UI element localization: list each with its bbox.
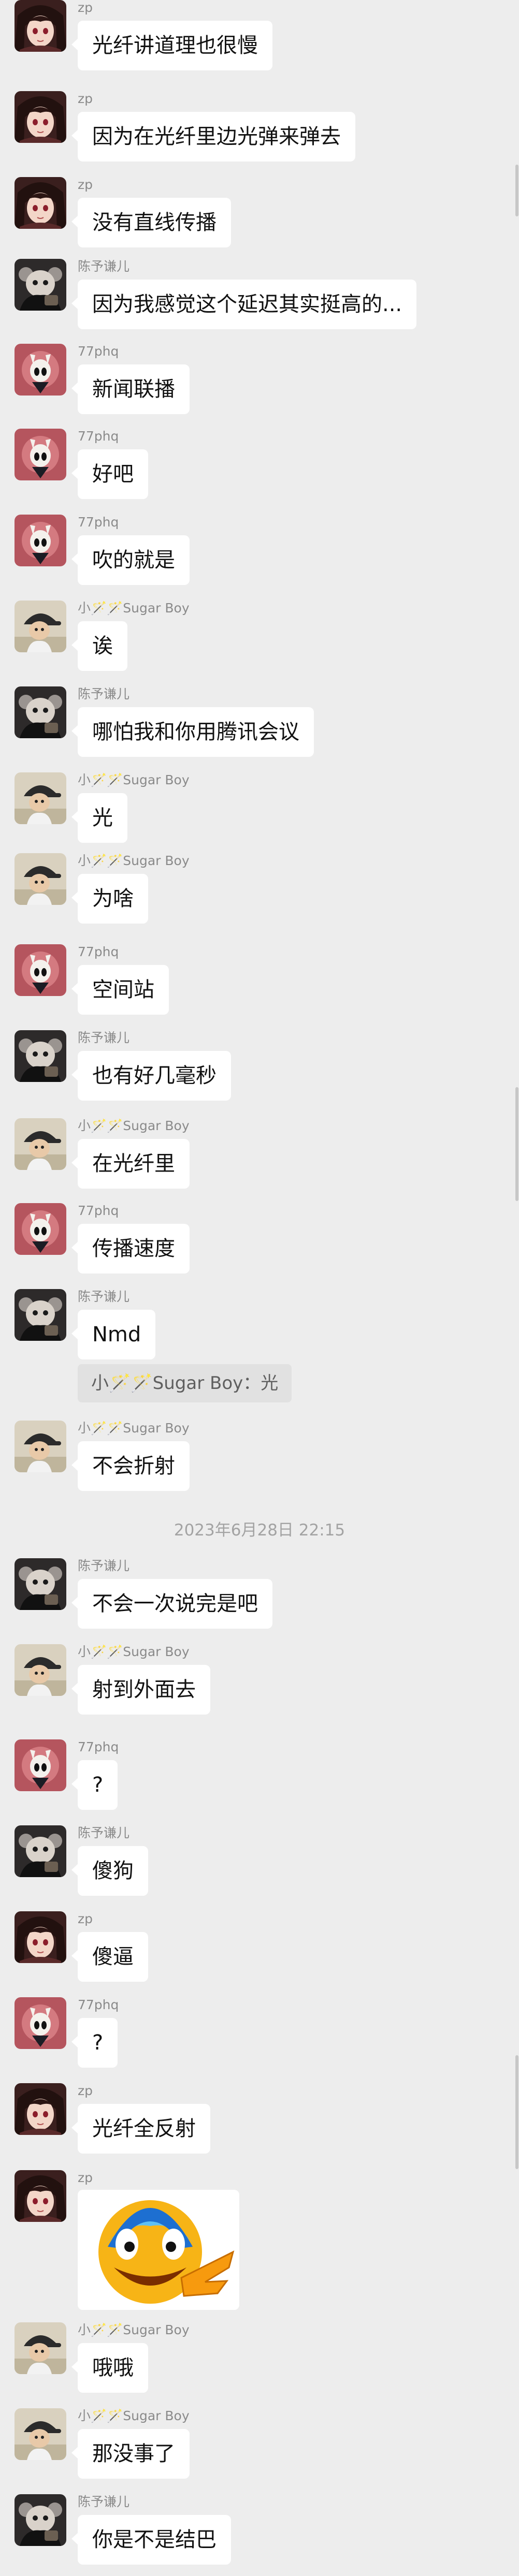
avatar[interactable] [15,686,66,738]
sender-name: 陈予谦儿 [78,259,130,274]
scrollbar-thumb[interactable] [515,1087,518,1201]
sender-name: 77phq [78,1739,119,1754]
avatar[interactable] [15,2322,66,2374]
sender-name: 陈予谦儿 [78,1030,130,1045]
sender-name: zp [78,2083,93,2098]
message-bubble[interactable]: 没有直线传播 [71,198,231,247]
avatar[interactable] [15,1421,66,1472]
sender-name: 小🪄🪄Sugar Boy [78,1118,190,1133]
avatar[interactable] [15,1203,66,1255]
avatar[interactable] [15,1644,66,1696]
sender-name: 77phq [78,1997,119,2012]
avatar[interactable] [15,1997,66,2049]
message-bubble[interactable]: ? [71,1760,118,1810]
avatar[interactable] [15,0,66,52]
message-bubble[interactable]: 光 [71,793,127,843]
sender-name: 小🪄🪄Sugar Boy [78,2322,190,2337]
sender-name: 小🪄🪄Sugar Boy [78,772,190,787]
message-bubble[interactable]: 那没事了 [71,2429,190,2479]
message-bubble[interactable]: 因为在光纤里边光弹来弹去 [71,112,355,162]
message-bubble[interactable]: 传播速度 [71,1224,190,1274]
sender-name: zp [78,177,93,192]
message-bubble[interactable]: 射到外面去 [71,1665,210,1715]
sender-name: 小🪄🪄Sugar Boy [78,1421,190,1436]
sender-name: 77phq [78,944,119,959]
message-bubble[interactable]: 因为我感觉这个延迟其实挺高的... [71,280,417,329]
message-bubble[interactable]: 不会折射 [71,1441,190,1491]
sticker-image[interactable] [78,2190,239,2310]
message-bubble[interactable]: 在光纤里 [71,1139,190,1189]
sender-name: zp [78,1911,93,1926]
avatar[interactable] [15,2170,66,2222]
avatar[interactable] [15,177,66,229]
message-bubble[interactable]: 光纤全反射 [71,2104,210,2154]
laughing-emoji-icon [78,2190,239,2310]
sender-name: 陈予谦儿 [78,1825,130,1840]
avatar[interactable] [15,1118,66,1170]
avatar[interactable] [15,944,66,996]
sender-name: 77phq [78,344,119,359]
avatar[interactable] [15,2494,66,2546]
message-bubble[interactable]: 你是不是结巴 [71,2515,231,2565]
scrollbar-thumb[interactable] [515,2055,518,2169]
sender-name: 陈予谦儿 [78,2494,130,2509]
avatar[interactable] [15,1030,66,1082]
sender-name: zp [78,0,93,15]
sender-name: 77phq [78,515,119,530]
quoted-reply[interactable]: 小🪄🪄Sugar Boy：光 [78,1364,292,1402]
scrollbar-thumb[interactable] [515,165,518,216]
message-bubble[interactable]: 不会一次说完是吧 [71,1579,272,1629]
message-bubble[interactable]: 哦哦 [71,2343,148,2393]
avatar[interactable] [15,2083,66,2135]
sender-name: 小🪄🪄Sugar Boy [78,853,190,868]
avatar[interactable] [15,515,66,566]
message-bubble[interactable]: 诶 [71,621,127,671]
message-bubble[interactable]: ? [71,2018,118,2068]
message-bubble[interactable]: 为啥 [71,874,148,924]
avatar[interactable] [15,1825,66,1877]
message-bubble[interactable]: Nmd [71,1310,156,1359]
message-bubble[interactable]: 吹的就是 [71,535,190,585]
message-bubble[interactable]: 好吧 [71,449,148,499]
sender-name: 小🪄🪄Sugar Boy [78,601,190,616]
sender-name: 陈予谦儿 [78,686,130,701]
sender-name: 陈予谦儿 [78,1289,130,1304]
message-bubble[interactable]: 哪怕我和你用腾讯会议 [71,707,314,757]
sender-name: zp [78,2170,93,2185]
sender-name: 陈予谦儿 [78,1558,130,1573]
avatar[interactable] [15,259,66,311]
sender-name: 小🪄🪄Sugar Boy [78,2408,190,2423]
avatar[interactable] [15,91,66,143]
avatar[interactable] [15,772,66,824]
sender-name: 小🪄🪄Sugar Boy [78,1644,190,1659]
message-bubble[interactable]: 新闻联播 [71,364,190,414]
sender-name: 77phq [78,1203,119,1218]
sender-name: 77phq [78,429,119,444]
message-bubble[interactable]: 傻逼 [71,1932,148,1982]
avatar[interactable] [15,1289,66,1341]
avatar[interactable] [15,2408,66,2460]
avatar[interactable] [15,1911,66,1963]
message-bubble[interactable]: 空间站 [71,965,169,1015]
message-bubble[interactable]: 傻狗 [71,1846,148,1896]
avatar[interactable] [15,1558,66,1610]
timestamp: 2023年6月28日 22:15 [174,1521,345,1540]
avatar[interactable] [15,853,66,905]
avatar[interactable] [15,601,66,652]
avatar[interactable] [15,429,66,480]
message-bubble[interactable]: 也有好几毫秒 [71,1051,231,1101]
avatar[interactable] [15,1739,66,1791]
message-bubble[interactable]: 光纤讲道理也很慢 [71,21,272,70]
sender-name: zp [78,91,93,106]
avatar[interactable] [15,344,66,396]
